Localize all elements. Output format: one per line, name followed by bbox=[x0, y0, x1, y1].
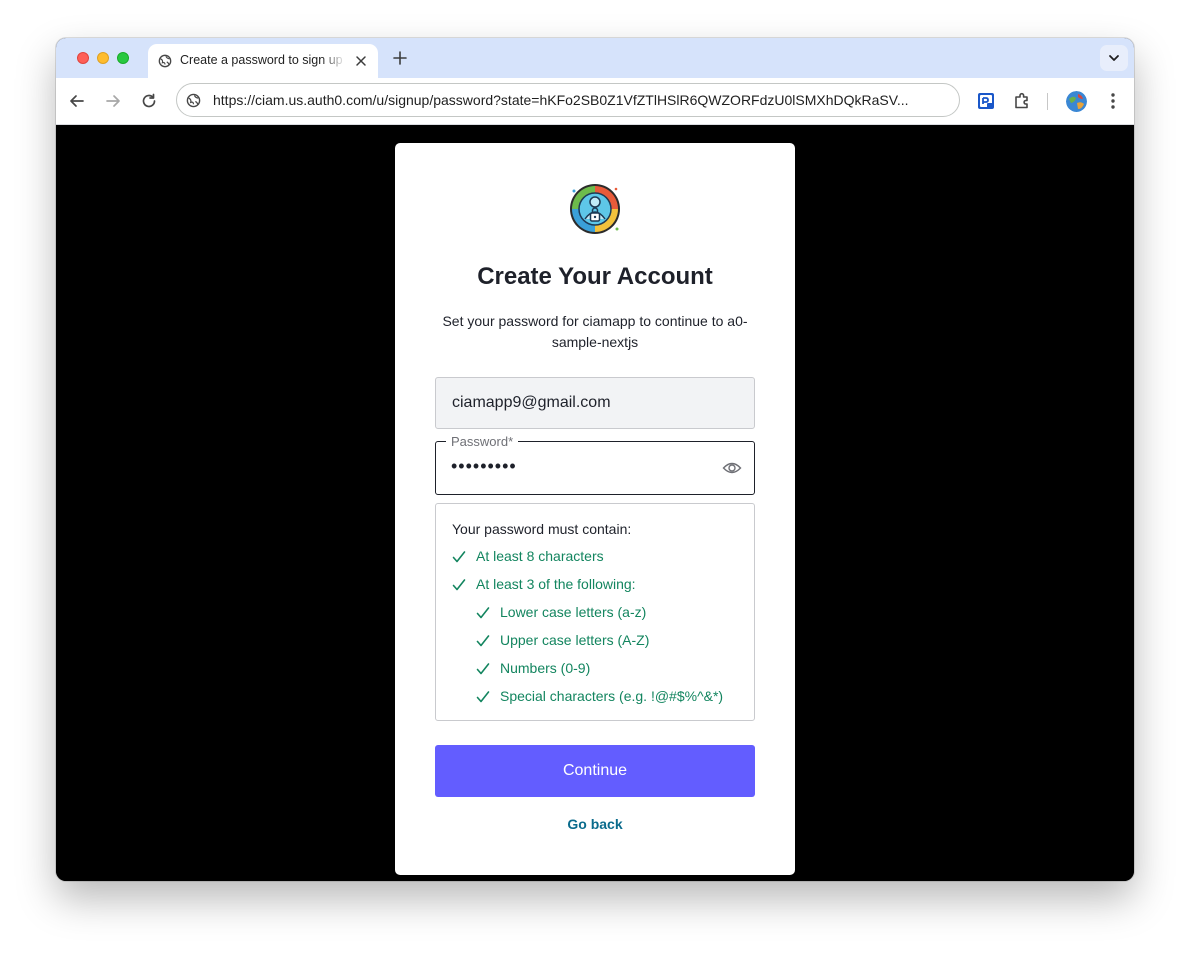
profile-avatar-icon[interactable] bbox=[1066, 91, 1087, 112]
email-value: ciamapp9@gmail.com bbox=[452, 394, 611, 411]
reload-icon[interactable] bbox=[140, 92, 158, 110]
password-label: Password* bbox=[446, 434, 519, 449]
tab-title: Create a password to sign up bbox=[180, 53, 343, 67]
url-text: https://ciam.us.auth0.com/u/signup/passw… bbox=[213, 92, 909, 108]
browser-window: Create a password to sign up https://cia… bbox=[56, 38, 1134, 881]
requirement-text: At least 3 of the following: bbox=[476, 576, 636, 592]
requirement-text: Special characters (e.g. !@#$%^&*) bbox=[500, 688, 724, 704]
requirement-text: Numbers (0-9) bbox=[500, 660, 591, 676]
password-manager-icon[interactable] bbox=[976, 91, 996, 111]
extensions-puzzle-icon[interactable] bbox=[1012, 91, 1032, 111]
requirements-heading: Your password must contain: bbox=[452, 521, 632, 537]
requirement-text: Lower case letters (a-z) bbox=[500, 604, 647, 620]
globe-icon bbox=[158, 54, 172, 68]
signup-card: Create Your Account Set your password fo… bbox=[395, 143, 795, 875]
requirement-text: Upper case letters (A-Z) bbox=[500, 632, 650, 648]
check-icon bbox=[476, 663, 490, 675]
toolbar-divider bbox=[1047, 93, 1048, 110]
check-icon bbox=[452, 551, 466, 563]
tab-strip: Create a password to sign up bbox=[56, 38, 1134, 78]
address-bar[interactable]: https://ciam.us.auth0.com/u/signup/passw… bbox=[176, 83, 960, 117]
forward-arrow-icon[interactable] bbox=[104, 92, 122, 110]
password-requirements: Your password must contain: At least 8 c… bbox=[435, 503, 755, 721]
close-tab-icon[interactable] bbox=[354, 54, 368, 68]
check-icon bbox=[476, 635, 490, 647]
check-icon bbox=[452, 579, 466, 591]
show-password-eye-icon[interactable] bbox=[722, 460, 742, 476]
tab-active[interactable]: Create a password to sign up bbox=[148, 44, 378, 78]
requirement-text: At least 8 characters bbox=[476, 548, 604, 564]
email-field[interactable]: ciamapp9@gmail.com bbox=[435, 377, 755, 429]
new-tab-icon[interactable] bbox=[392, 50, 408, 66]
app-logo-icon bbox=[570, 184, 620, 234]
password-value: ••••••••• bbox=[451, 456, 517, 476]
site-info-icon[interactable] bbox=[186, 93, 201, 108]
minimize-window-button[interactable] bbox=[97, 52, 109, 64]
password-input[interactable]: Password* ••••••••• bbox=[435, 434, 755, 495]
maximize-window-button[interactable] bbox=[117, 52, 129, 64]
continue-button[interactable]: Continue bbox=[435, 745, 755, 797]
check-icon bbox=[476, 607, 490, 619]
chevron-down-icon bbox=[1109, 55, 1119, 61]
browser-toolbar: https://ciam.us.auth0.com/u/signup/passw… bbox=[56, 78, 1134, 125]
close-window-button[interactable] bbox=[77, 52, 89, 64]
go-back-link[interactable]: Go back bbox=[395, 816, 795, 832]
page-viewport: Create Your Account Set your password fo… bbox=[56, 125, 1134, 881]
page-subtitle: Set your password for ciamapp to continu… bbox=[442, 313, 748, 350]
tab-search-button[interactable] bbox=[1100, 45, 1128, 71]
back-arrow-icon[interactable] bbox=[68, 92, 86, 110]
page-title: Create Your Account bbox=[477, 263, 713, 290]
check-icon bbox=[476, 691, 490, 703]
more-menu-icon[interactable] bbox=[1103, 91, 1123, 111]
